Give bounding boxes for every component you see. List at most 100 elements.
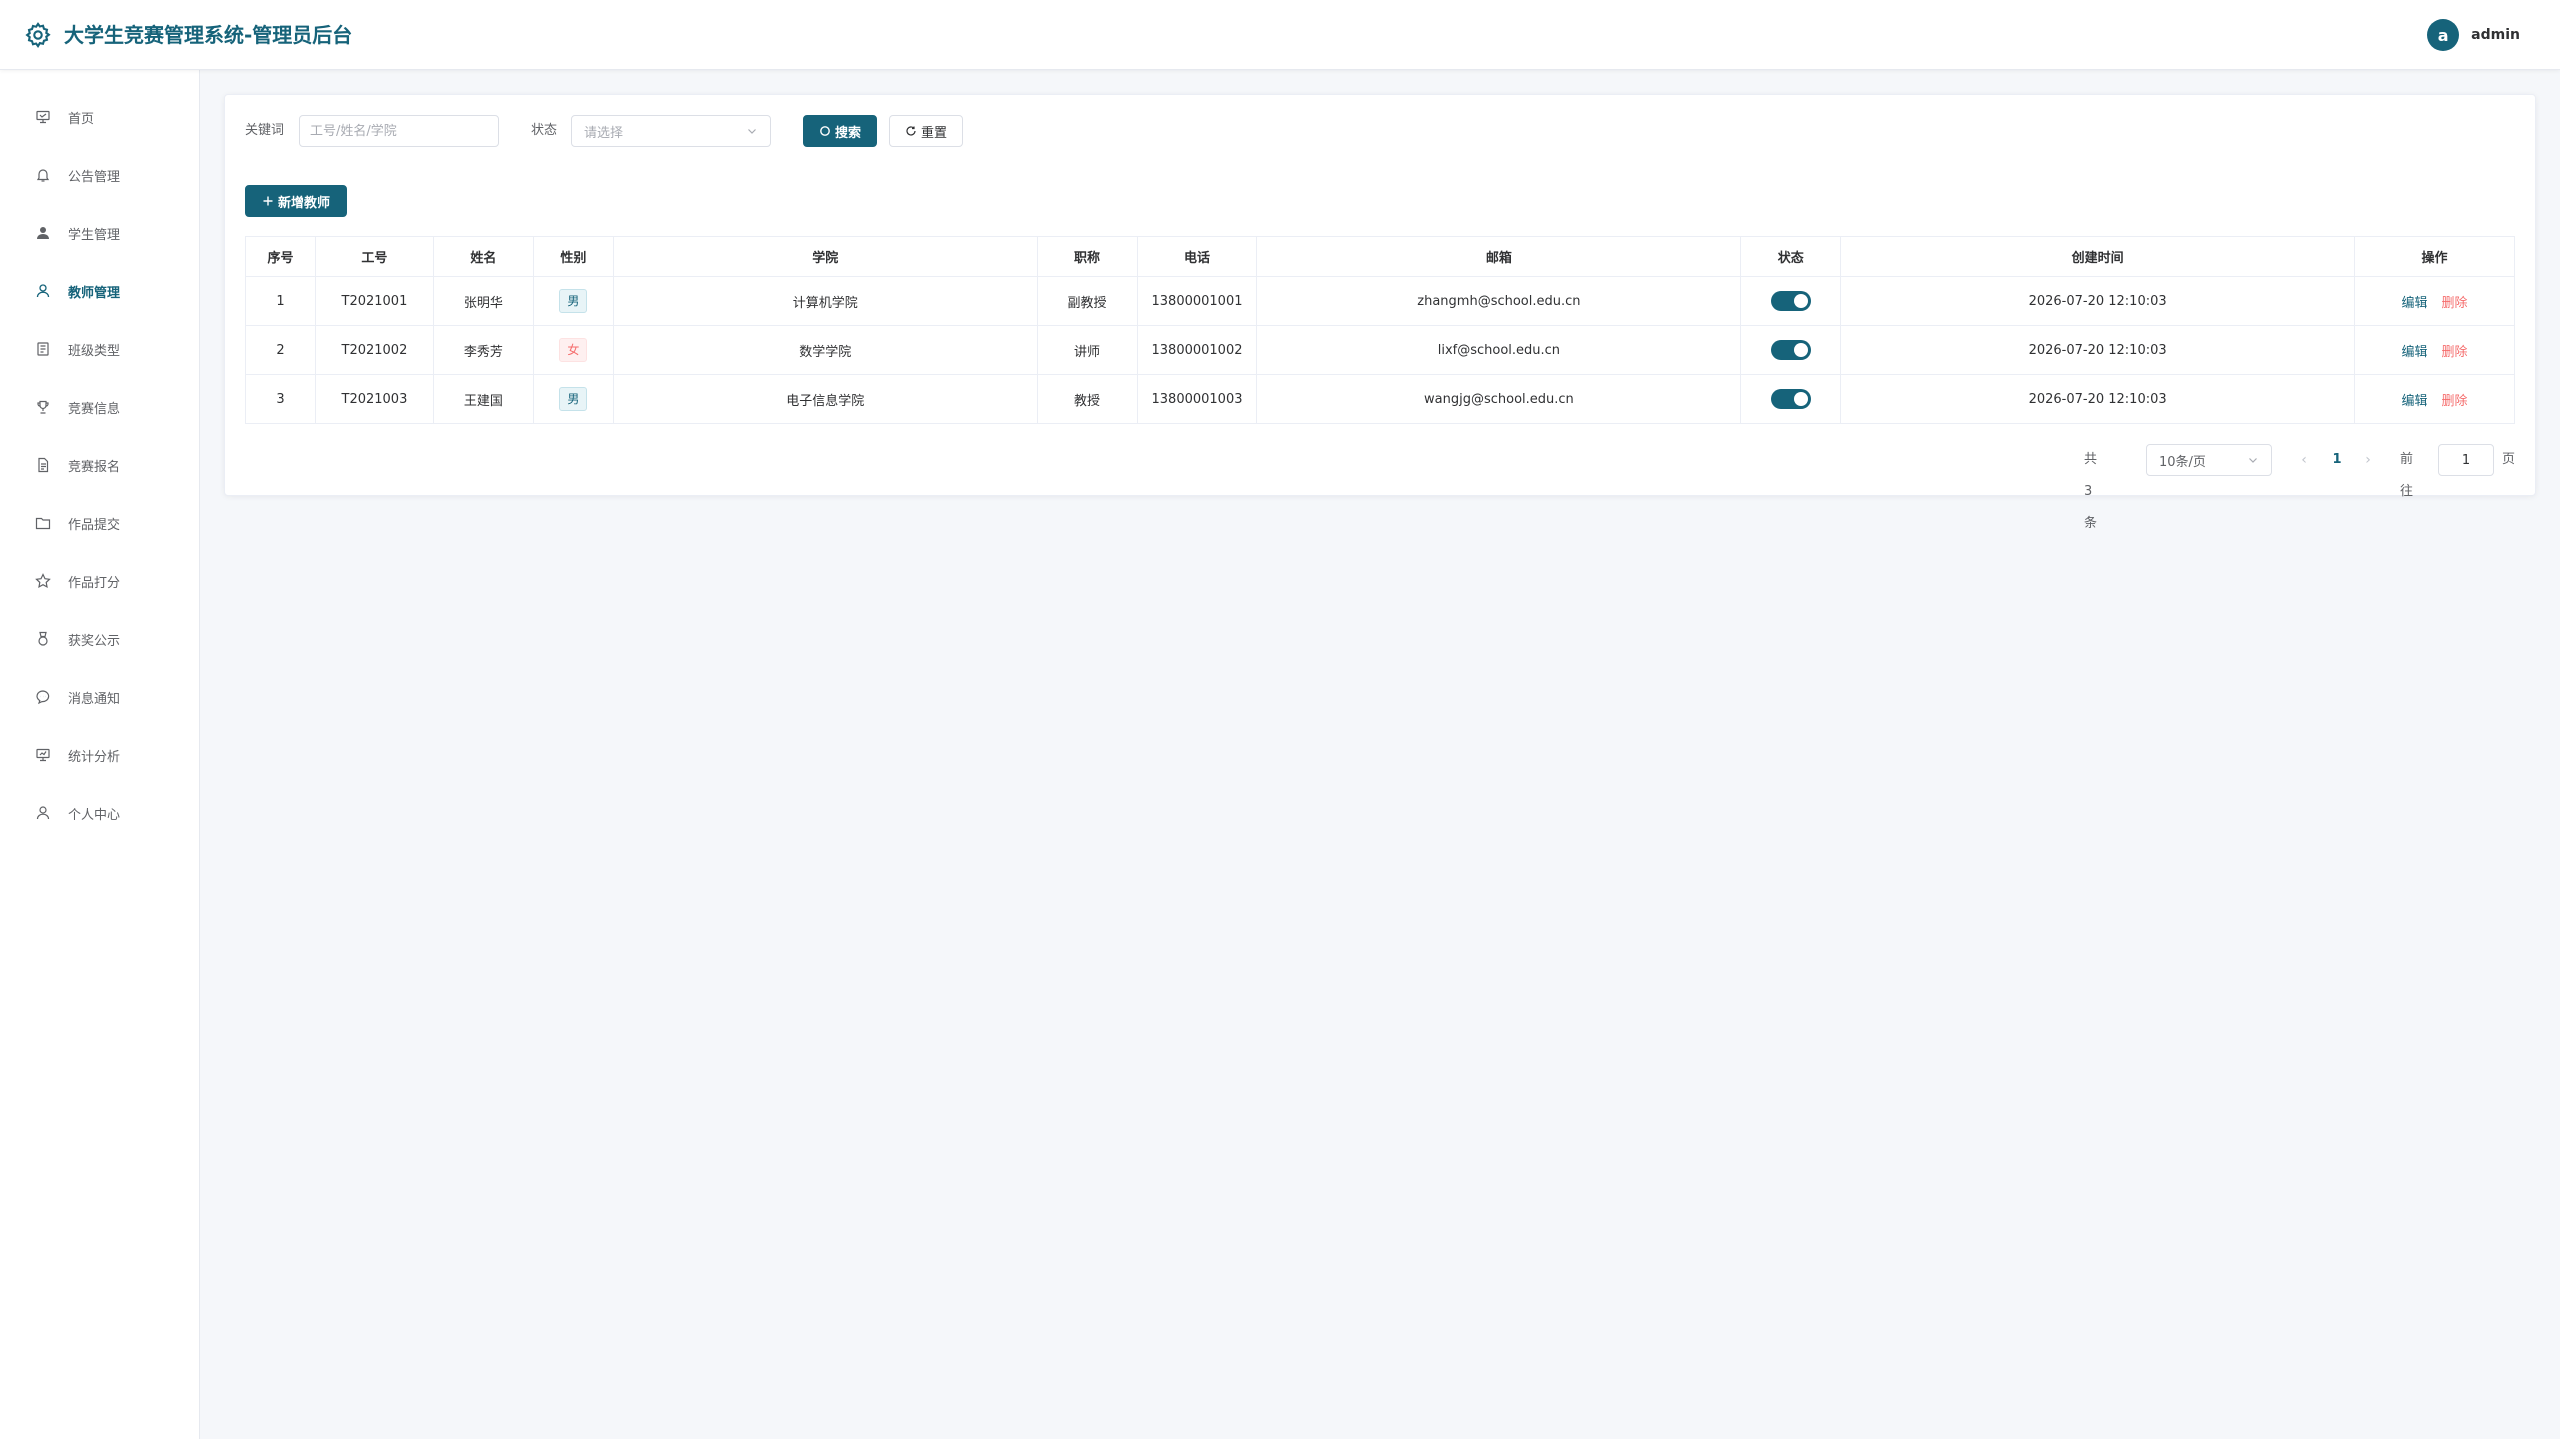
sidebar-item-announcements[interactable]: 公告管理 bbox=[0, 146, 200, 204]
edit-link[interactable]: 编辑 bbox=[2401, 296, 2427, 311]
cell-gender: 男 bbox=[533, 374, 614, 424]
teacher-management-card: 关键词 状态 请选择 搜索 重置 新增教师 序号 工号 姓名 性别 学院 bbox=[224, 94, 2536, 496]
sidebar-item-label: 学生管理 bbox=[68, 227, 121, 243]
gender-tag: 女 bbox=[559, 338, 588, 362]
column-header: 学院 bbox=[613, 236, 1038, 277]
page-size-select[interactable]: 10条/页 bbox=[2146, 444, 2272, 476]
search-button-label: 搜索 bbox=[834, 125, 861, 141]
search-button[interactable]: 搜索 bbox=[803, 115, 877, 147]
sidebar-item-label: 公告管理 bbox=[68, 169, 121, 185]
table-row: 3 T2021003 王建国 男 电子信息学院 教授 13800001003 w… bbox=[245, 374, 2516, 424]
sidebar-item-competitions[interactable]: 竞赛信息 bbox=[0, 378, 200, 436]
cell-name: 张明华 bbox=[433, 276, 534, 326]
sidebar-item-profile[interactable]: 个人中心 bbox=[0, 784, 200, 842]
avatar[interactable]: a bbox=[2427, 19, 2460, 51]
cell-actions: 编辑 删除 bbox=[2354, 374, 2516, 424]
column-header: 序号 bbox=[245, 236, 316, 277]
cell-college: 数学学院 bbox=[613, 325, 1038, 375]
status-toggle[interactable] bbox=[1770, 389, 1811, 409]
status-toggle[interactable] bbox=[1770, 340, 1811, 360]
sidebar-item-class-types[interactable]: 班级类型 bbox=[0, 320, 200, 378]
cell-phone: 13800001001 bbox=[1137, 276, 1258, 326]
column-header: 状态 bbox=[1740, 236, 1842, 277]
sidebar-item-home[interactable]: 首页 bbox=[0, 88, 200, 146]
status-label: 状态 bbox=[531, 123, 558, 138]
prev-page-button[interactable]: ‹ bbox=[2294, 444, 2314, 476]
toggle-knob bbox=[1793, 343, 1808, 357]
cell-status bbox=[1740, 374, 1842, 424]
cell-email: zhangmh@school.edu.cn bbox=[1256, 276, 1742, 326]
column-header: 电话 bbox=[1137, 236, 1258, 277]
cell-college: 计算机学院 bbox=[613, 276, 1038, 326]
column-header: 姓名 bbox=[433, 236, 534, 277]
column-header: 性别 bbox=[533, 236, 614, 277]
sidebar-item-teachers[interactable]: 教师管理 bbox=[0, 262, 200, 320]
next-page-button[interactable]: › bbox=[2358, 444, 2378, 476]
medal-icon bbox=[34, 630, 52, 648]
delete-link[interactable]: 删除 bbox=[2441, 296, 2467, 311]
cell-index: 1 bbox=[245, 276, 316, 326]
edit-link[interactable]: 编辑 bbox=[2401, 345, 2427, 360]
toggle-knob bbox=[1793, 392, 1808, 406]
cell-created: 2026-07-20 12:10:03 bbox=[1840, 325, 2355, 375]
cell-status bbox=[1740, 276, 1842, 326]
reset-button[interactable]: 重置 bbox=[889, 115, 963, 147]
add-teacher-button-label: 新增教师 bbox=[277, 195, 330, 211]
chart-board-icon bbox=[34, 746, 52, 764]
cell-title: 教授 bbox=[1037, 374, 1138, 424]
keyword-input[interactable] bbox=[299, 115, 499, 147]
table-row: 2 T2021002 李秀芳 女 数学学院 讲师 13800001002 lix… bbox=[245, 325, 2516, 375]
gender-tag: 男 bbox=[559, 289, 588, 313]
sidebar-item-statistics[interactable]: 统计分析 bbox=[0, 726, 200, 784]
folder-icon bbox=[34, 514, 52, 532]
sidebar-item-label: 获奖公示 bbox=[68, 633, 121, 649]
home-icon bbox=[34, 108, 52, 126]
cell-id: T2021001 bbox=[315, 276, 434, 326]
sidebar-item-registrations[interactable]: 竞赛报名 bbox=[0, 436, 200, 494]
delete-link[interactable]: 删除 bbox=[2441, 394, 2467, 409]
top-header: 大学生竞赛管理系统-管理员后台 a admin bbox=[0, 0, 2560, 70]
cell-gender: 男 bbox=[533, 276, 614, 326]
user-menu[interactable]: a admin bbox=[2427, 19, 2520, 51]
status-select[interactable]: 请选择 bbox=[571, 115, 771, 147]
sidebar-item-students[interactable]: 学生管理 bbox=[0, 204, 200, 262]
reset-button-label: 重置 bbox=[920, 125, 947, 141]
star-icon bbox=[34, 572, 52, 590]
cell-title: 副教授 bbox=[1037, 276, 1138, 326]
username[interactable]: admin bbox=[2471, 27, 2520, 43]
goto-page-input[interactable] bbox=[2438, 444, 2494, 476]
cell-actions: 编辑 删除 bbox=[2354, 325, 2516, 375]
status-toggle[interactable] bbox=[1770, 291, 1811, 311]
gender-tag: 男 bbox=[559, 387, 588, 411]
delete-link[interactable]: 删除 bbox=[2441, 345, 2467, 360]
sidebar-item-label: 消息通知 bbox=[68, 691, 121, 707]
sidebar-item-label: 首页 bbox=[68, 111, 95, 127]
cell-index: 3 bbox=[245, 374, 316, 424]
cell-college: 电子信息学院 bbox=[613, 374, 1038, 424]
page-number[interactable]: 1 bbox=[2324, 444, 2350, 476]
status-select-placeholder: 请选择 bbox=[584, 125, 624, 141]
sidebar-item-scoring[interactable]: 作品打分 bbox=[0, 552, 200, 610]
cell-created: 2026-07-20 12:10:03 bbox=[1840, 374, 2355, 424]
cell-email: lixf@school.edu.cn bbox=[1256, 325, 1742, 375]
goto-label: 前往 bbox=[2400, 452, 2414, 499]
sidebar-item-notifications[interactable]: 消息通知 bbox=[0, 668, 200, 726]
trophy-icon bbox=[34, 398, 52, 416]
cell-title: 讲师 bbox=[1037, 325, 1138, 375]
teacher-table: 序号 工号 姓名 性别 学院 职称 电话 邮箱 状态 创建时间 操作 1 T20… bbox=[245, 236, 2516, 424]
add-teacher-button[interactable]: 新增教师 bbox=[245, 185, 347, 217]
user-icon bbox=[34, 282, 52, 300]
sidebar-item-label: 竞赛报名 bbox=[68, 459, 121, 475]
page-size-value: 10条/页 bbox=[2159, 454, 2206, 470]
sidebar-item-awards[interactable]: 获奖公示 bbox=[0, 610, 200, 668]
sidebar: 首页 公告管理 学生管理 教师管理 班级类型 竞赛信息 竞赛报名 作品提交 作品… bbox=[0, 70, 200, 1439]
cell-name: 王建国 bbox=[433, 374, 534, 424]
cell-name: 李秀芳 bbox=[433, 325, 534, 375]
sidebar-item-submissions[interactable]: 作品提交 bbox=[0, 494, 200, 552]
table-header-row: 序号 工号 姓名 性别 学院 职称 电话 邮箱 状态 创建时间 操作 bbox=[245, 236, 2516, 277]
refresh-icon bbox=[906, 126, 916, 136]
search-icon bbox=[820, 126, 830, 136]
user-solid-icon bbox=[34, 224, 52, 242]
edit-link[interactable]: 编辑 bbox=[2401, 394, 2427, 409]
cell-actions: 编辑 删除 bbox=[2354, 276, 2516, 326]
